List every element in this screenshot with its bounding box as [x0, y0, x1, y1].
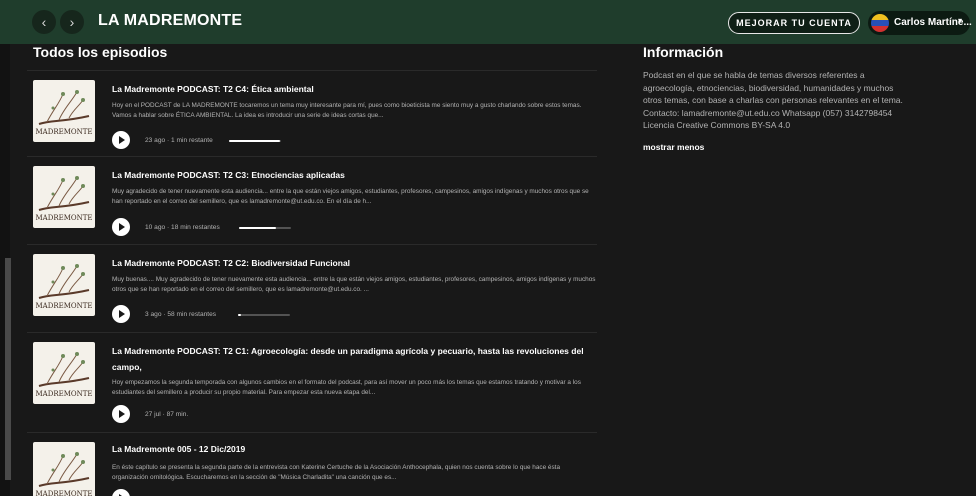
forward-button[interactable]: › [60, 10, 84, 34]
episode-title[interactable]: La Madremonte 005 - 12 Dic/2019 [112, 441, 592, 457]
progress-fill [238, 314, 242, 316]
episode-description: Muy agradecido de tener nuevamente esta … [112, 188, 589, 205]
episode-meta: 23 ago · 1 min restante [145, 137, 213, 144]
episode-title[interactable]: La Madremonte PODCAST: T2 C1: Agroecolog… [112, 343, 592, 375]
episode-row[interactable]: MADREMONTE La Madremonte 005 - 12 Dic/20… [27, 432, 597, 496]
play-button[interactable] [112, 131, 130, 149]
episode-cover-image: MADREMONTE [33, 254, 95, 316]
episode-meta: 3 ago · 58 min restantes [145, 311, 217, 318]
episode-cover-image: MADREMONTE [33, 80, 95, 142]
show-description: Podcast en el que se habla de temas dive… [643, 69, 943, 132]
scrollbar-track[interactable] [0, 44, 11, 496]
play-button[interactable] [112, 305, 130, 323]
svg-text:MADREMONTE: MADREMONTE [35, 490, 92, 496]
episode-description: Hoy empezamos la segunda temporada con a… [112, 379, 581, 396]
description-line: agroecología, etnociencias, biodiversida… [643, 82, 894, 93]
description-line: Podcast en el que se habla de temas dive… [643, 70, 865, 80]
episode-row[interactable]: MADREMONTE La Madremonte PODCAST: T2 C4:… [27, 70, 597, 156]
play-button[interactable] [112, 218, 130, 236]
episode-meta: 10 ago · 18 min restantes [145, 224, 220, 231]
progress-bar [238, 314, 290, 316]
episode-cover-image: MADREMONTE [33, 342, 95, 404]
progress-fill [229, 140, 280, 142]
user-menu-button[interactable]: Carlos Martíne... ▾ [868, 11, 972, 35]
svg-text:MADREMONTE: MADREMONTE [35, 214, 92, 222]
episode-cover-image: MADREMONTE [33, 166, 95, 228]
episode-cover-image: MADREMONTE [33, 442, 95, 496]
description-line: otros temas, con base a charlas con pers… [643, 95, 903, 105]
chevron-right-icon: › [69, 14, 75, 30]
scrollbar-thumb[interactable] [5, 258, 11, 480]
episode-row[interactable]: MADREMONTE La Madremonte PODCAST: T2 C3:… [27, 156, 597, 242]
play-button[interactable] [112, 405, 130, 423]
svg-text:MADREMONTE: MADREMONTE [35, 128, 92, 136]
episode-row[interactable]: MADREMONTE La Madremonte PODCAST: T2 C2:… [27, 244, 597, 330]
back-button[interactable]: ‹ [32, 10, 56, 34]
episode-description: Muy buenas.... Muy agradecido de tener n… [112, 276, 596, 293]
episode-row[interactable]: MADREMONTE La Madremonte PODCAST: T2 C1:… [27, 332, 597, 430]
upgrade-account-button[interactable]: MEJORAR TU CUENTA [728, 12, 860, 34]
caret-down-icon: ▾ [958, 16, 963, 25]
show-less-link[interactable]: mostrar menos [643, 142, 704, 152]
chevron-left-icon: ‹ [41, 14, 47, 30]
progress-bar [239, 227, 291, 229]
episode-description: En éste capítulo se presenta la segunda … [112, 464, 561, 481]
info-title: Información [643, 44, 724, 60]
show-title: LA MADREMONTE [98, 12, 243, 29]
description-line: Contacto: lamadremonte@ut.edu.co Whatsap… [643, 107, 893, 118]
avatar [871, 14, 889, 32]
episodes-section-title: Todos los episodios [33, 44, 168, 60]
progress-bar [229, 140, 281, 142]
episode-title[interactable]: La Madremonte PODCAST: T2 C4: Ética ambi… [112, 81, 592, 97]
episode-meta: 27 jul · 87 min. [145, 411, 189, 418]
play-button[interactable] [112, 489, 130, 496]
progress-fill [239, 227, 277, 229]
description-line: Licencia Creative Commons BY-SA 4.0 [643, 120, 791, 130]
episode-title[interactable]: La Madremonte PODCAST: T2 C2: Biodiversi… [112, 255, 592, 271]
episode-title[interactable]: La Madremonte PODCAST: T2 C3: Etnocienci… [112, 167, 592, 183]
top-bar: ‹ › LA MADREMONTE MEJORAR TU CUENTA Carl… [0, 0, 976, 44]
svg-text:MADREMONTE: MADREMONTE [35, 390, 92, 398]
svg-text:MADREMONTE: MADREMONTE [35, 302, 92, 310]
episode-description: Hoy en el PODCAST de LA MADREMONTE tocar… [112, 102, 582, 119]
